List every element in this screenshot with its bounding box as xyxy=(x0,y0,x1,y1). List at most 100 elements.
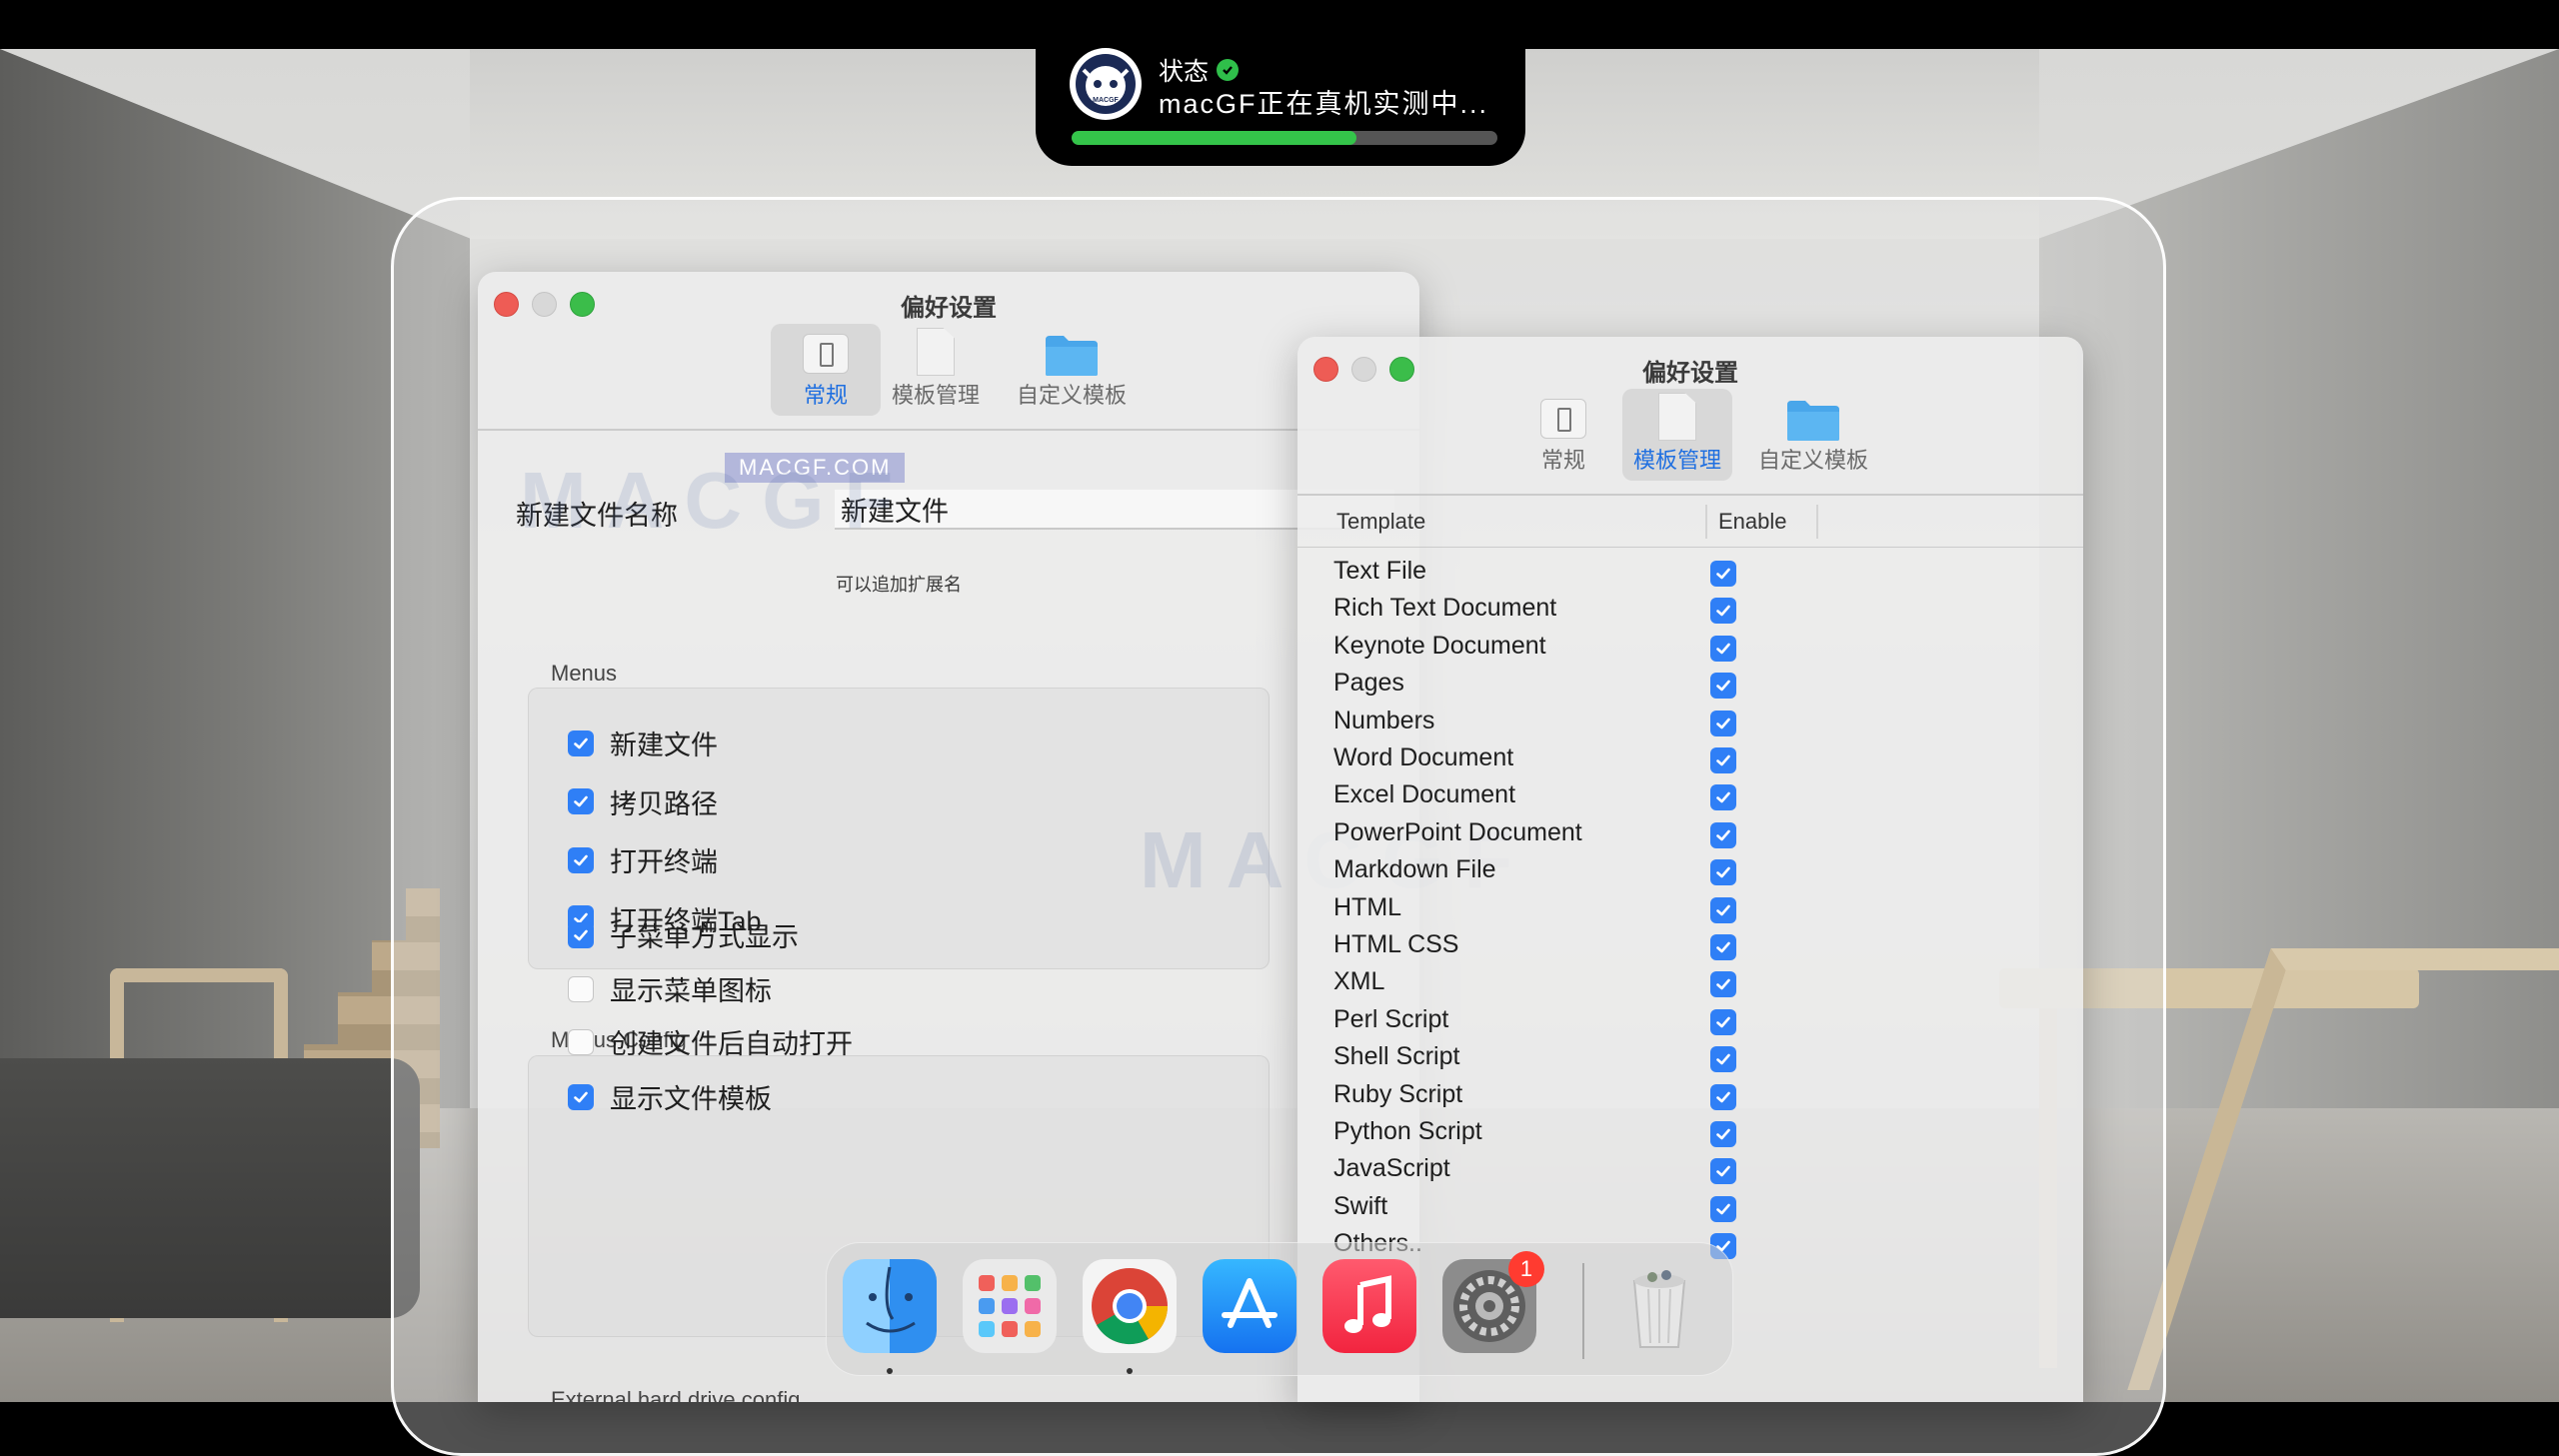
enable-checkbox[interactable] xyxy=(1710,1083,1736,1110)
template-name: Keynote Document xyxy=(1333,631,1546,660)
tab-label: 常规 xyxy=(803,383,848,408)
system-preferences-icon[interactable]: 1 xyxy=(1442,1251,1544,1353)
tab-custom-template[interactable]: 自定义模板 xyxy=(1748,389,1878,481)
enable-checkbox[interactable] xyxy=(1710,635,1736,662)
chrome-icon[interactable] xyxy=(1083,1259,1177,1353)
table-row[interactable]: Ruby Script xyxy=(1297,1078,2083,1115)
checkbox[interactable] xyxy=(568,921,594,948)
table-row[interactable]: Word Document xyxy=(1297,741,2083,778)
app-store-icon[interactable] xyxy=(1203,1259,1296,1353)
table-row[interactable]: Perl Script xyxy=(1297,1003,2083,1040)
enable-checkbox[interactable] xyxy=(1710,1008,1736,1035)
tab-label: 自定义模板 xyxy=(1757,448,1868,473)
enable-checkbox[interactable] xyxy=(1710,1195,1736,1222)
tab-label: 常规 xyxy=(1540,448,1585,473)
checkbox-label: 新建文件 xyxy=(610,730,718,760)
template-name: Numbers xyxy=(1333,706,1435,734)
table-row[interactable]: HTML xyxy=(1297,891,2083,928)
running-indicator xyxy=(1127,1368,1133,1374)
enable-checkbox[interactable] xyxy=(1710,710,1736,736)
tab-general[interactable]: 常规 xyxy=(771,324,881,416)
switch-icon xyxy=(803,334,849,374)
table-row[interactable]: Excel Document xyxy=(1297,778,2083,815)
enable-checkbox[interactable] xyxy=(1710,747,1736,773)
tab-template-management[interactable]: 模板管理 xyxy=(881,324,991,416)
menus-config-checkbox-row[interactable]: 子菜单方式显示 xyxy=(568,915,799,954)
menus-config-checkbox-row[interactable]: 创建文件后自动打开 xyxy=(568,1022,853,1061)
table-row[interactable]: Keynote Document xyxy=(1297,630,2083,667)
tab-label: 自定义模板 xyxy=(1016,383,1127,408)
table-row[interactable]: Swift xyxy=(1297,1190,2083,1227)
table-row[interactable]: Shell Script xyxy=(1297,1040,2083,1077)
table-row[interactable]: Pages xyxy=(1297,667,2083,704)
finder-icon[interactable] xyxy=(843,1259,937,1353)
header-divider xyxy=(1297,547,2083,548)
template-name: Text File xyxy=(1333,557,1427,585)
notification-badge: 1 xyxy=(1508,1251,1544,1287)
trash-icon[interactable] xyxy=(1612,1259,1706,1353)
checkbox[interactable] xyxy=(568,1083,594,1110)
enable-checkbox[interactable] xyxy=(1710,1121,1736,1147)
extension-hint: 可以追加扩展名 xyxy=(836,575,962,595)
template-name: Ruby Script xyxy=(1333,1079,1463,1108)
enable-checkbox[interactable] xyxy=(1710,1046,1736,1073)
window-title: 偏好设置 xyxy=(901,295,997,322)
table-row[interactable]: Python Script xyxy=(1297,1115,2083,1152)
enable-checkbox[interactable] xyxy=(1710,673,1736,700)
checkbox-label: 创建文件后自动打开 xyxy=(610,1029,853,1059)
template-name: Markdown File xyxy=(1333,855,1496,884)
menu-checkbox-row[interactable]: 打开终端 xyxy=(568,840,718,879)
enable-checkbox[interactable] xyxy=(1710,859,1736,886)
dock-divider xyxy=(1582,1263,1584,1359)
toolbar-divider xyxy=(1297,494,2083,496)
dock: 1 xyxy=(826,1242,1733,1376)
toolbar-divider xyxy=(478,429,1419,431)
menus-section-title: Menus xyxy=(551,661,618,686)
table-row[interactable]: XML xyxy=(1297,965,2083,1002)
tab-custom-template[interactable]: 自定义模板 xyxy=(1007,324,1137,416)
launchpad-icon[interactable] xyxy=(963,1259,1057,1353)
column-header-enable[interactable]: Enable xyxy=(1718,509,1787,535)
checkbox[interactable] xyxy=(568,1028,594,1055)
column-header-template[interactable]: Template xyxy=(1336,509,1425,535)
template-name: Python Script xyxy=(1333,1117,1482,1145)
menu-checkbox-row[interactable]: 拷贝路径 xyxy=(568,782,718,821)
music-icon[interactable] xyxy=(1322,1259,1416,1353)
tab-template-management[interactable]: 模板管理 xyxy=(1622,389,1732,481)
enable-checkbox[interactable] xyxy=(1710,934,1736,960)
enable-checkbox[interactable] xyxy=(1710,784,1736,811)
enable-checkbox[interactable] xyxy=(1710,1158,1736,1185)
checkbox[interactable] xyxy=(568,788,594,814)
menus-config-checkbox-row[interactable]: 显示文件模板 xyxy=(568,1077,772,1116)
menu-checkbox-row[interactable]: 新建文件 xyxy=(568,724,718,762)
checkbox[interactable] xyxy=(568,846,594,873)
folder-icon xyxy=(1046,336,1098,376)
template-name: XML xyxy=(1333,967,1385,996)
checkbox-label: 显示菜单图标 xyxy=(610,976,772,1006)
svg-text:MACGF: MACGF xyxy=(1093,97,1119,104)
status-progress-bar xyxy=(1072,131,1497,145)
folder-icon xyxy=(1787,401,1839,441)
tab-general[interactable]: 常规 xyxy=(1508,389,1618,481)
table-row[interactable]: Numbers xyxy=(1297,705,2083,741)
menus-config-checkbox-row[interactable]: 显示菜单图标 xyxy=(568,969,772,1008)
table-row[interactable]: PowerPoint Document xyxy=(1297,816,2083,853)
table-row[interactable]: Text File xyxy=(1297,555,2083,592)
enable-checkbox[interactable] xyxy=(1710,896,1736,923)
status-progress-fill xyxy=(1072,131,1357,145)
template-name: Pages xyxy=(1333,669,1404,698)
template-name: Shell Script xyxy=(1333,1042,1460,1071)
enable-checkbox[interactable] xyxy=(1710,971,1736,998)
checkbox-label: 拷贝路径 xyxy=(610,788,718,819)
checkbox[interactable] xyxy=(568,729,594,756)
table-row[interactable]: HTML CSS xyxy=(1297,928,2083,965)
checkbox[interactable] xyxy=(568,975,594,1002)
table-row[interactable]: Rich Text Document xyxy=(1297,592,2083,629)
table-row[interactable]: JavaScript xyxy=(1297,1152,2083,1189)
enable-checkbox[interactable] xyxy=(1710,821,1736,848)
table-row[interactable]: Markdown File xyxy=(1297,853,2083,890)
status-message: macGF正在真机实测中... xyxy=(1159,89,1489,119)
template-name: Excel Document xyxy=(1333,780,1516,809)
enable-checkbox[interactable] xyxy=(1710,561,1736,587)
enable-checkbox[interactable] xyxy=(1710,598,1736,625)
